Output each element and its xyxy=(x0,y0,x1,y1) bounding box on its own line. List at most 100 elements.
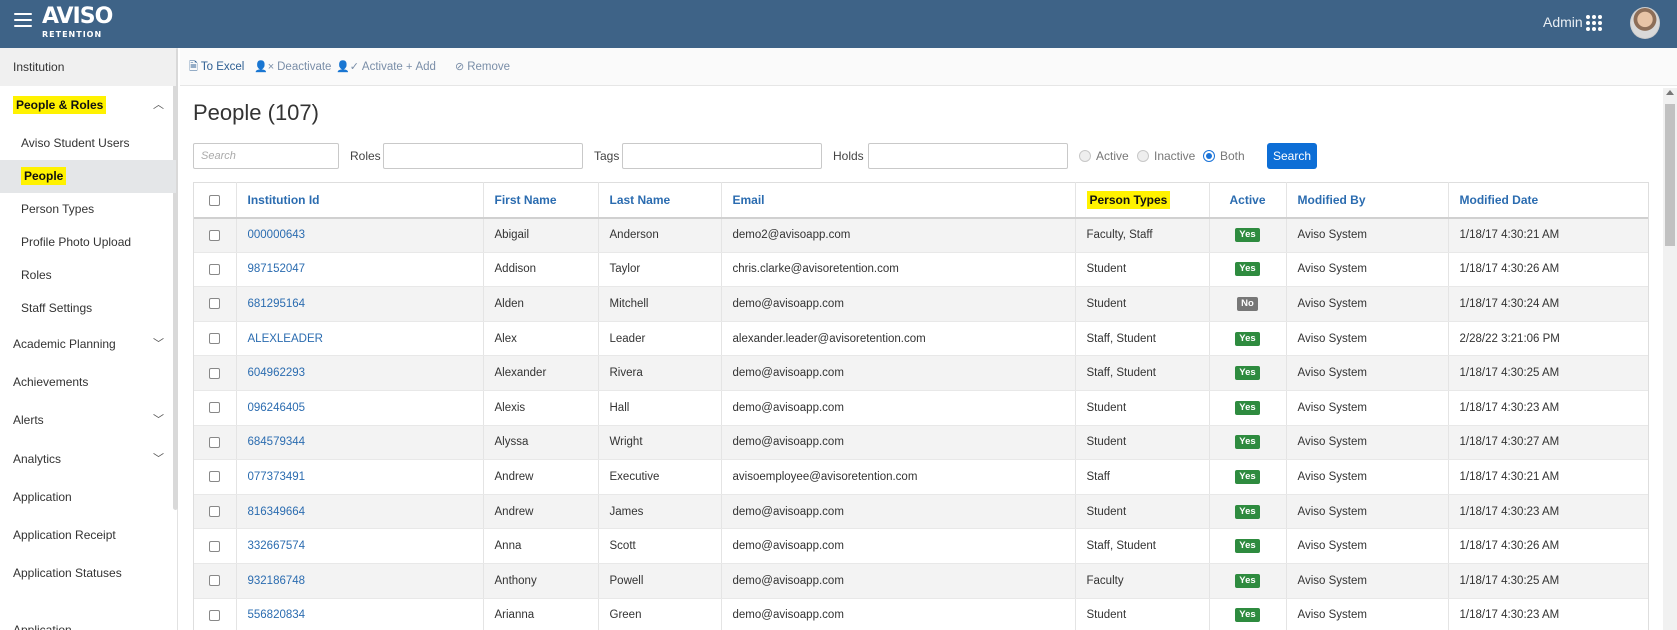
sidebar-item-institution[interactable]: Institution xyxy=(0,48,176,86)
sidebar-item-aviso-student-users[interactable]: Aviso Student Users xyxy=(0,127,176,160)
remove-button[interactable]: ⊘ Remove xyxy=(455,48,510,86)
to-excel-button[interactable]: 🗎 To Excel xyxy=(189,48,244,86)
institution-id-link[interactable]: 332667574 xyxy=(248,540,306,552)
avatar[interactable] xyxy=(1630,7,1660,39)
logo[interactable]: AVISO RETENTION xyxy=(42,4,113,39)
institution-id-link[interactable]: 987152047 xyxy=(248,263,306,275)
table-row[interactable]: ALEXLEADER Alex Leader alexander.leader@avi… xyxy=(194,321,1648,357)
sidebar-item-application-receipt[interactable]: Application Receipt xyxy=(0,516,176,554)
sidebar-item-person-types[interactable]: Person Types xyxy=(0,193,176,226)
active-status-badge: Yes xyxy=(1235,539,1260,554)
sidebar-item-analytics[interactable]: Analytics ﹀ xyxy=(0,440,176,478)
row-select-cell xyxy=(194,563,237,599)
institution-id-link[interactable]: 932186748 xyxy=(248,575,306,587)
cell-email: demo@avisoapp.com xyxy=(721,286,1076,322)
table-row[interactable]: 604962293 Alexander Rivera demo@avisoapp.co… xyxy=(194,355,1648,391)
table-row[interactable]: 096246405 Alexis Hall demo@avisoapp.com Stud… xyxy=(194,390,1648,426)
cell-last-name: James xyxy=(598,494,722,530)
cell-first-name: Alexis xyxy=(483,390,599,426)
table-row[interactable]: 932186748 Anthony Powell demo@avisoapp.com F… xyxy=(194,563,1648,599)
table-row[interactable]: 077373491 Andrew Executive avisoemployee@av… xyxy=(194,459,1648,495)
row-checkbox[interactable] xyxy=(209,540,221,552)
institution-id-link[interactable]: 816349664 xyxy=(248,506,306,518)
institution-id-link[interactable]: 000000643 xyxy=(248,229,306,241)
institution-id-link[interactable]: 077373491 xyxy=(248,471,306,483)
scroll-up-arrow-icon[interactable] xyxy=(1666,90,1674,95)
cell-institution-id: 932186748 xyxy=(236,563,484,599)
deactivate-button[interactable]: 👤× Deactivate xyxy=(254,48,331,86)
radio-both[interactable] xyxy=(1203,150,1215,162)
sidebar-item-academic-planning[interactable]: Academic Planning ﹀ xyxy=(0,325,176,363)
column-header-modified-by[interactable]: Modified By xyxy=(1286,182,1449,219)
sidebar-item-people[interactable]: People xyxy=(0,160,176,193)
institution-id-link[interactable]: 556820834 xyxy=(248,609,306,621)
apps-grid-icon[interactable] xyxy=(1586,15,1602,31)
row-checkbox[interactable] xyxy=(209,436,221,448)
holds-input[interactable] xyxy=(868,143,1068,169)
institution-id-link[interactable]: 096246405 xyxy=(248,402,306,414)
user-label[interactable]: Admin xyxy=(1543,14,1583,30)
sidebar-item-staff-settings[interactable]: Staff Settings xyxy=(0,292,176,325)
row-checkbox[interactable] xyxy=(209,367,221,379)
add-button[interactable]: + Add xyxy=(406,48,436,86)
row-select-cell xyxy=(194,217,237,253)
activate-button[interactable]: 👤✓ Activate xyxy=(336,48,403,86)
table-row[interactable]: 684579344 Alyssa Wright demo@avisoapp.com St… xyxy=(194,425,1648,461)
cell-modified-by: Aviso System xyxy=(1286,563,1449,599)
column-header-institution-id[interactable]: Institution Id xyxy=(236,182,484,219)
sidebar-item-achievements[interactable]: Achievements xyxy=(0,363,176,401)
column-header-active[interactable]: Active xyxy=(1209,182,1287,219)
tags-input[interactable] xyxy=(622,143,822,169)
sidebar-item-profile-photo-upload[interactable]: Profile Photo Upload xyxy=(0,226,176,259)
search-button[interactable]: Search xyxy=(1267,143,1317,169)
sidebar-item-roles[interactable]: Roles xyxy=(0,259,176,292)
search-input[interactable] xyxy=(193,143,339,169)
cell-institution-id: 077373491 xyxy=(236,459,484,495)
row-checkbox[interactable] xyxy=(209,506,221,518)
table-row[interactable]: 000000643 Abigail Anderson demo2@avisoapp.c… xyxy=(194,217,1648,253)
institution-id-link[interactable]: 604962293 xyxy=(248,367,306,379)
cell-person-types: Student xyxy=(1075,494,1210,530)
hamburger-menu-icon[interactable] xyxy=(14,13,32,29)
row-checkbox[interactable] xyxy=(209,402,221,414)
row-checkbox[interactable] xyxy=(209,575,221,587)
cell-active: Yes xyxy=(1209,321,1287,357)
chevron-down-icon: ﹀ xyxy=(153,338,164,350)
row-select-cell xyxy=(194,390,237,426)
column-header-last-name[interactable]: Last Name xyxy=(598,182,722,219)
cell-institution-id: 556820834 xyxy=(236,598,484,630)
column-header-email[interactable]: Email xyxy=(721,182,1076,219)
table-row[interactable]: 681295164 Alden Mitchell demo@avisoapp.com S… xyxy=(194,286,1648,322)
table-row[interactable]: 816349664 Andrew James demo@avisoapp.com Stu… xyxy=(194,494,1648,530)
select-all-checkbox[interactable] xyxy=(209,195,221,207)
cell-institution-id: 332667574 xyxy=(236,528,484,564)
table-row[interactable]: 332667574 Anna Scott demo@avisoapp.com Staff… xyxy=(194,528,1648,564)
column-header-first-name[interactable]: First Name xyxy=(483,182,599,219)
people-table: Institution Id First Name Last Name Emai… xyxy=(194,182,1648,630)
row-checkbox[interactable] xyxy=(209,229,221,241)
sidebar-item-application[interactable]: Application xyxy=(0,478,176,516)
institution-id-link[interactable]: ALEXLEADER xyxy=(248,333,323,345)
row-select-cell xyxy=(194,528,237,564)
radio-inactive[interactable] xyxy=(1137,150,1149,162)
sidebar-item-people-roles[interactable]: People & Roles ︿ xyxy=(0,86,176,124)
column-header-modified-date[interactable]: Modified Date xyxy=(1448,182,1648,219)
table-row[interactable]: 987152047 Addison Taylor chris.clarke@aviso… xyxy=(194,252,1648,288)
column-header-person-types[interactable]: Person Types xyxy=(1075,182,1210,219)
sidebar-item-label: People & Roles xyxy=(13,96,107,114)
radio-active[interactable] xyxy=(1079,150,1091,162)
active-status-badge: Yes xyxy=(1235,366,1260,381)
roles-input[interactable] xyxy=(383,143,583,169)
institution-id-link[interactable]: 681295164 xyxy=(248,298,306,310)
sidebar-item-application-statuses[interactable]: Application Statuses xyxy=(0,554,176,592)
row-checkbox[interactable] xyxy=(209,298,221,310)
row-checkbox[interactable] xyxy=(209,609,221,621)
page-scrollbar-thumb[interactable] xyxy=(1665,104,1675,246)
cell-active: Yes xyxy=(1209,563,1287,599)
sidebar-item-alerts[interactable]: Alerts ﹀ xyxy=(0,401,176,439)
institution-id-link[interactable]: 684579344 xyxy=(248,436,306,448)
row-checkbox[interactable] xyxy=(209,263,221,275)
table-row[interactable]: 556820834 Arianna Green demo@avisoapp.com St… xyxy=(194,598,1648,630)
row-checkbox[interactable] xyxy=(209,471,221,483)
row-checkbox[interactable] xyxy=(209,333,221,345)
